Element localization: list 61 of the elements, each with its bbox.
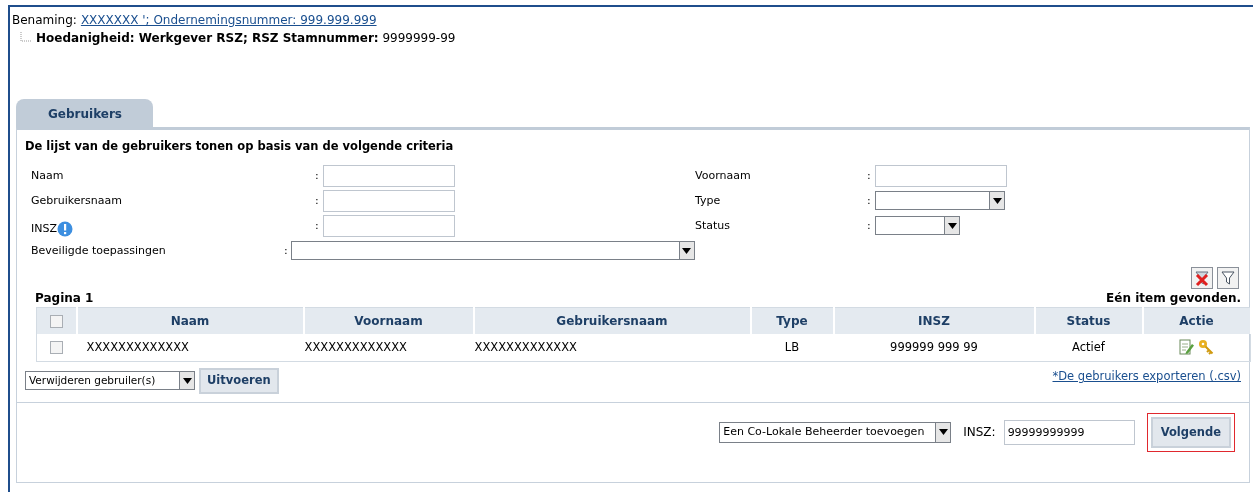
text-field[interactable] — [323, 214, 455, 237]
colon: : — [867, 217, 872, 234]
text-field[interactable] — [323, 164, 455, 187]
column-header: Voornaam — [354, 314, 423, 328]
detail-text: Hoedanigheid: Werkgever RSZ; RSZ Stamnummer: 9999999-99 — [36, 30, 456, 47]
checkbox[interactable] — [50, 340, 64, 354]
column-header: Gebruikersnaam — [556, 314, 668, 328]
column-header: Status — [1066, 314, 1111, 328]
table-cell: XXXXXXXXXXXXX — [86, 339, 189, 354]
key-icon[interactable] — [1198, 339, 1215, 356]
caret-icon — [938, 429, 948, 436]
field-label: INSZ: — [963, 424, 996, 442]
export-link[interactable]: *De gebruikers exporteren (.csv) — [1052, 368, 1241, 386]
section-title: De lijst van de gebruikers tonen op basis van de volgende criteria — [25, 138, 455, 155]
dropdown[interactable]: Een Co-Lokale Beheerder toevoegen — [719, 421, 952, 443]
result-count: Eén item gevonden. — [1106, 290, 1241, 308]
field-label: INSZ — [31, 221, 57, 235]
table-cell: XXXXXXXXXXXXX — [304, 339, 407, 354]
caret-icon — [947, 222, 957, 229]
dropdown[interactable] — [875, 191, 1005, 211]
caret-icon — [992, 197, 1002, 204]
dropdown[interactable] — [291, 241, 695, 261]
colon: : — [315, 192, 320, 209]
field-label: Gebruikersnaam — [31, 193, 122, 207]
page-label: Pagina 1 — [35, 290, 94, 308]
field-label: Type — [695, 193, 721, 207]
tree-line-icon — [20, 32, 32, 44]
tab[interactable]: Gebruikers — [16, 99, 153, 127]
caret-icon — [682, 247, 692, 254]
checkbox[interactable] — [49, 315, 63, 328]
dropdown[interactable]: Verwijderen gebruiler(s) — [25, 371, 195, 391]
column-header: Type — [776, 314, 808, 328]
colon: : — [867, 192, 872, 209]
field-label: Status — [695, 218, 731, 232]
company-link[interactable]: XXXXXXX '; Ondernemingsnummer: 999.999.999 — [80, 11, 377, 29]
field-label: Voornaam — [695, 168, 751, 182]
field-label: Naam — [31, 168, 64, 182]
colon: : — [315, 167, 320, 184]
execute-button[interactable]: Uitvoeren — [199, 368, 279, 394]
colon: : — [315, 217, 320, 234]
table-cell: LB — [784, 339, 800, 354]
table-cell: XXXXXXXXXXXXX — [474, 339, 577, 354]
colon: : — [867, 167, 872, 184]
table-cell: 999999 999 99 — [890, 339, 978, 354]
column-header: INSZ — [918, 314, 950, 328]
dropdown[interactable] — [875, 216, 960, 236]
text-field[interactable] — [875, 164, 1007, 187]
text-field[interactable] — [323, 189, 455, 212]
column-header: Naam — [170, 314, 210, 328]
edit-icon[interactable] — [1178, 339, 1195, 356]
insz-field[interactable]: 99999999999 — [1003, 419, 1135, 445]
caret-icon — [182, 377, 192, 384]
colon: : — [284, 242, 289, 259]
next-button[interactable]: Volgende — [1150, 416, 1231, 448]
clear-filter-icon[interactable] — [1191, 267, 1213, 290]
field-label: Beveiligde toepassingen — [31, 243, 166, 257]
table-cell: Actief — [1072, 339, 1105, 354]
info-icon[interactable] — [57, 220, 73, 237]
filter-icon[interactable] — [1217, 267, 1239, 290]
field-label: Benaming: — [12, 12, 77, 29]
column-header: Actie — [1179, 314, 1214, 328]
